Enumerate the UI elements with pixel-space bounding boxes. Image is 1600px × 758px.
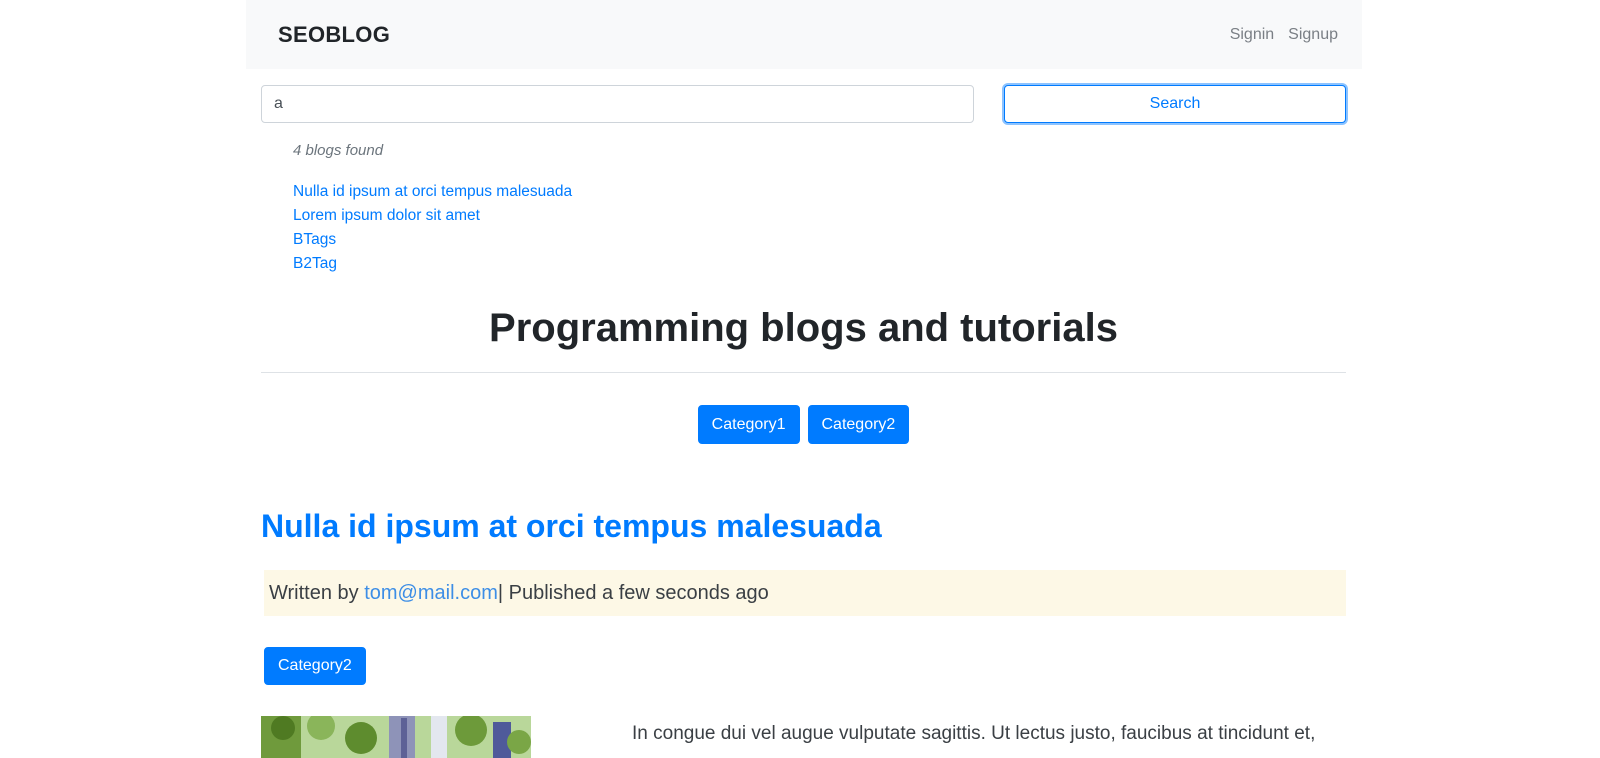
search-result-link[interactable]: B2Tag [293, 252, 572, 276]
post-published-text: | Published a few seconds ago [497, 582, 769, 604]
navbar: SEOBLOG Signin Signup [246, 0, 1362, 69]
signin-link[interactable]: Signin [1230, 26, 1274, 44]
search-input[interactable] [261, 85, 974, 123]
post-thumbnail[interactable] [261, 716, 531, 758]
post-author-link[interactable]: tom@mail.com [364, 582, 498, 604]
post-category-button[interactable]: Category2 [264, 647, 366, 685]
search-results: 4 blogs found Nulla id ipsum at orci tem… [293, 142, 572, 276]
thumbnail-image [261, 716, 531, 758]
page-title: Programming blogs and tutorials [489, 306, 1118, 350]
post-meta: Written by tom@mail.com| Published a few… [264, 570, 1346, 616]
category-button[interactable]: Category2 [807, 405, 910, 444]
category-button[interactable]: Category1 [697, 405, 800, 444]
results-count: 4 blogs found [293, 142, 384, 159]
search-result-link[interactable]: Lorem ipsum dolor sit amet [293, 204, 572, 228]
brand-logo[interactable]: SEOBLOG [278, 22, 390, 48]
signup-link[interactable]: Signup [1288, 26, 1338, 44]
search-result-link[interactable]: BTags [293, 228, 572, 252]
post-excerpt: In congue dui vel augue vulputate sagitt… [632, 723, 1316, 744]
search-button[interactable]: Search [1004, 85, 1346, 123]
search-result-link[interactable]: Nulla id ipsum at orci tempus malesuada [293, 180, 572, 204]
post-meta-prefix: Written by [269, 582, 365, 604]
category-list: Category1 Category2 [261, 405, 1346, 444]
nav-links: Signin Signup [1230, 26, 1338, 44]
title-divider [261, 372, 1346, 373]
post-title-link[interactable]: Nulla id ipsum at orci tempus malesuada [261, 508, 882, 545]
